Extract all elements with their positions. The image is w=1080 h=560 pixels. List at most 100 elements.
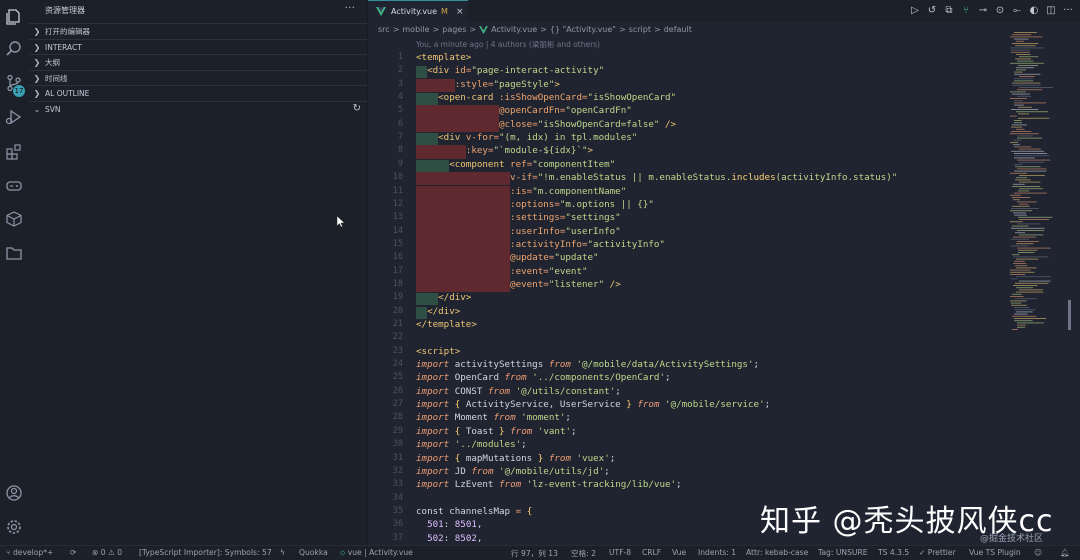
gitlens-icon[interactable]: ◐	[1027, 4, 1041, 18]
code-line[interactable]: 18 @event="listener" />	[368, 278, 1008, 293]
code-line[interactable]: 19 </div>	[368, 292, 1008, 306]
breadcrumb-item[interactable]: {} "Activity.vue"	[550, 25, 616, 34]
tag-case-status[interactable]: Tag: UNSURE	[818, 548, 868, 557]
code-line[interactable]: 11 :is="m.componentName"	[368, 185, 1008, 199]
breadcrumb-item[interactable]: mobile	[402, 25, 429, 34]
commit-icon[interactable]: ⊙	[993, 4, 1007, 18]
breadcrumb-item[interactable]: default	[664, 25, 692, 34]
ts-version-status[interactable]: TS 4.3.5	[878, 548, 909, 557]
section-interact[interactable]: ❯ INTERACT	[29, 39, 367, 54]
code-line[interactable]: 28 import Moment from 'moment';	[368, 412, 1008, 425]
minimap-line	[1018, 106, 1032, 108]
indents-status[interactable]: Indents: 1	[698, 548, 736, 557]
code-line[interactable]: 3 :style="pageStyle">	[368, 78, 1008, 93]
code-line[interactable]: 27 import { ActivityService, UserService …	[368, 399, 1008, 412]
breadcrumb-item[interactable]: pages	[442, 25, 466, 34]
quokka-status[interactable]: Quokka	[299, 548, 328, 557]
code-line[interactable]: 31 import { mapMutations } from 'vuex';	[368, 453, 1008, 466]
sync-icon[interactable]: ⟳	[70, 548, 76, 557]
search-icon[interactable]	[5, 40, 23, 58]
code-line[interactable]: 13 :settings="settings"	[368, 212, 1008, 226]
minimap-line	[1018, 216, 1053, 218]
code-line[interactable]: 15 :activityInfo="activityInfo"	[368, 238, 1008, 253]
vue-breadcrumb-status[interactable]: ⬦ vue | Activity.vue	[340, 548, 413, 558]
code-line[interactable]: 10 v-if="!m.enableStatus || m.enableStat…	[368, 172, 1008, 186]
more-actions-icon[interactable]: ···	[345, 1, 356, 14]
code-line[interactable]: 4 <open-card :isShowOpenCard="isShowOpen…	[368, 92, 1008, 106]
breadcrumb-item[interactable]: script	[629, 25, 651, 34]
minimap-scroll-slider[interactable]	[1068, 300, 1071, 330]
line-number: 30	[392, 439, 403, 450]
vue-ts-plugin-status[interactable]: Vue TS Plugin	[969, 548, 1021, 557]
section-timeline[interactable]: ❯ 时间线	[29, 70, 367, 85]
run-icon[interactable]: ▷	[908, 4, 922, 18]
code-line[interactable]: 21 </template>	[368, 319, 1008, 332]
code-line[interactable]: 12 :options="m.options || {}"	[368, 198, 1008, 213]
commit-prev-icon[interactable]: ⊸	[976, 4, 990, 18]
blame-annotation[interactable]: You, a minute ago | 4 authors (梁丽彬 and o…	[416, 39, 600, 50]
code-line[interactable]: 16 @update="update"	[368, 252, 1008, 266]
explorer-icon[interactable]	[5, 8, 23, 26]
settings-gear-icon[interactable]	[5, 518, 23, 536]
folder-icon[interactable]	[5, 244, 23, 262]
code-line[interactable]: 26 import CONST from '@/utils/constant';	[368, 386, 1008, 399]
code-line[interactable]: 30 import '../modules';	[368, 439, 1008, 452]
close-icon[interactable]: ×	[456, 7, 464, 17]
problems-indicator[interactable]: ⊗ 0 ⚠ 0	[92, 548, 122, 557]
code-line[interactable]: 33 import LzEvent from 'lz-event-tracking…	[368, 479, 1008, 492]
minimap[interactable]	[1007, 30, 1072, 330]
run-debug-icon[interactable]	[5, 108, 23, 126]
section-open-editors[interactable]: ❯ 打开的编辑器	[29, 23, 367, 38]
code-line[interactable]: 1 <template>	[368, 52, 1008, 65]
code-line[interactable]: 22	[368, 332, 1008, 345]
minimap-line	[1010, 300, 1027, 302]
more-icon[interactable]: ···	[1061, 4, 1075, 18]
notifications-icon[interactable]: 🔔︎	[1060, 548, 1070, 557]
code-line[interactable]: 14 :userInfo="userInfo"	[368, 225, 1008, 239]
cursor-position[interactable]: 行 97，列 13	[511, 548, 558, 559]
code-line[interactable]: 5 @openCardFn="openCardFn"	[368, 105, 1008, 119]
feedback-icon[interactable]: ☺	[1034, 548, 1042, 557]
code-line[interactable]: 20 </div>	[368, 306, 1008, 319]
code-line[interactable]: 17 :event="event"	[368, 265, 1008, 279]
encoding-status[interactable]: UTF-8	[609, 548, 631, 557]
minimap-line	[1012, 197, 1031, 198]
git-graph-icon[interactable]: ⑂	[959, 4, 973, 18]
breadcrumb-item[interactable]: Activity.vue	[491, 25, 537, 34]
history-icon[interactable]: ↺	[925, 4, 939, 18]
remote-explorer-icon[interactable]	[5, 177, 23, 195]
account-icon[interactable]	[5, 484, 23, 502]
section-svn[interactable]: ⌄ SVN ↻	[29, 101, 367, 116]
refresh-icon[interactable]: ↻	[353, 103, 361, 114]
code-line[interactable]: 32 import JD from '@/mobile/utils/jd';	[368, 466, 1008, 479]
eol-status[interactable]: CRLF	[642, 548, 661, 557]
code-line[interactable]: 9 <component ref="componentItem"	[368, 159, 1008, 172]
compare-icon[interactable]: ⧉	[942, 4, 956, 18]
breadcrumb-item[interactable]: src	[378, 25, 390, 34]
minimap-line	[1010, 36, 1043, 38]
code-line[interactable]: 24 import activitySettings from '@/mobile…	[368, 359, 1008, 372]
attr-case-status[interactable]: Attr: kebab-case	[746, 548, 808, 557]
prettier-status[interactable]: ✓ Prettier	[919, 548, 956, 557]
minimap-line	[1017, 137, 1043, 139]
code-line[interactable]: 23 <script>	[368, 346, 1008, 359]
code-line[interactable]: 8 :key="`module-${idx}`">	[368, 145, 1008, 159]
branch-indicator[interactable]: ⑂ develop*+	[6, 548, 53, 557]
section-label: 大纲	[45, 57, 60, 67]
code-line[interactable]: 6 @close="isShowOpenCard=false" />	[368, 118, 1008, 133]
commit-next-icon[interactable]: ⟜	[1010, 4, 1024, 18]
code-line[interactable]: 2 <div id="page-interact-activity"	[368, 65, 1008, 79]
extensions-icon[interactable]	[5, 143, 23, 161]
package-icon[interactable]	[5, 210, 23, 228]
code-line[interactable]: 7 <div v-for="(m, idx) in tpl.modules"	[368, 132, 1008, 146]
code-line[interactable]: 29 import { Toast } from 'vant';	[368, 426, 1008, 439]
language-mode[interactable]: Vue	[672, 548, 686, 557]
tab-activity-vue[interactable]: Activity.vue M ×	[368, 0, 468, 22]
code-line[interactable]: 25 import OpenCard from '../components/Op…	[368, 372, 1008, 385]
indentation-status[interactable]: 空格: 2	[571, 548, 596, 559]
section-outline[interactable]: ❯ 大纲	[29, 54, 367, 69]
split-editor-icon[interactable]: ◫	[1044, 4, 1058, 18]
ts-importer-status[interactable]: [TypeScript Importer]: Symbols: 57	[139, 548, 272, 557]
section-al-outline[interactable]: ❯ AL OUTLINE	[29, 85, 367, 100]
minimap-line	[1011, 109, 1039, 110]
